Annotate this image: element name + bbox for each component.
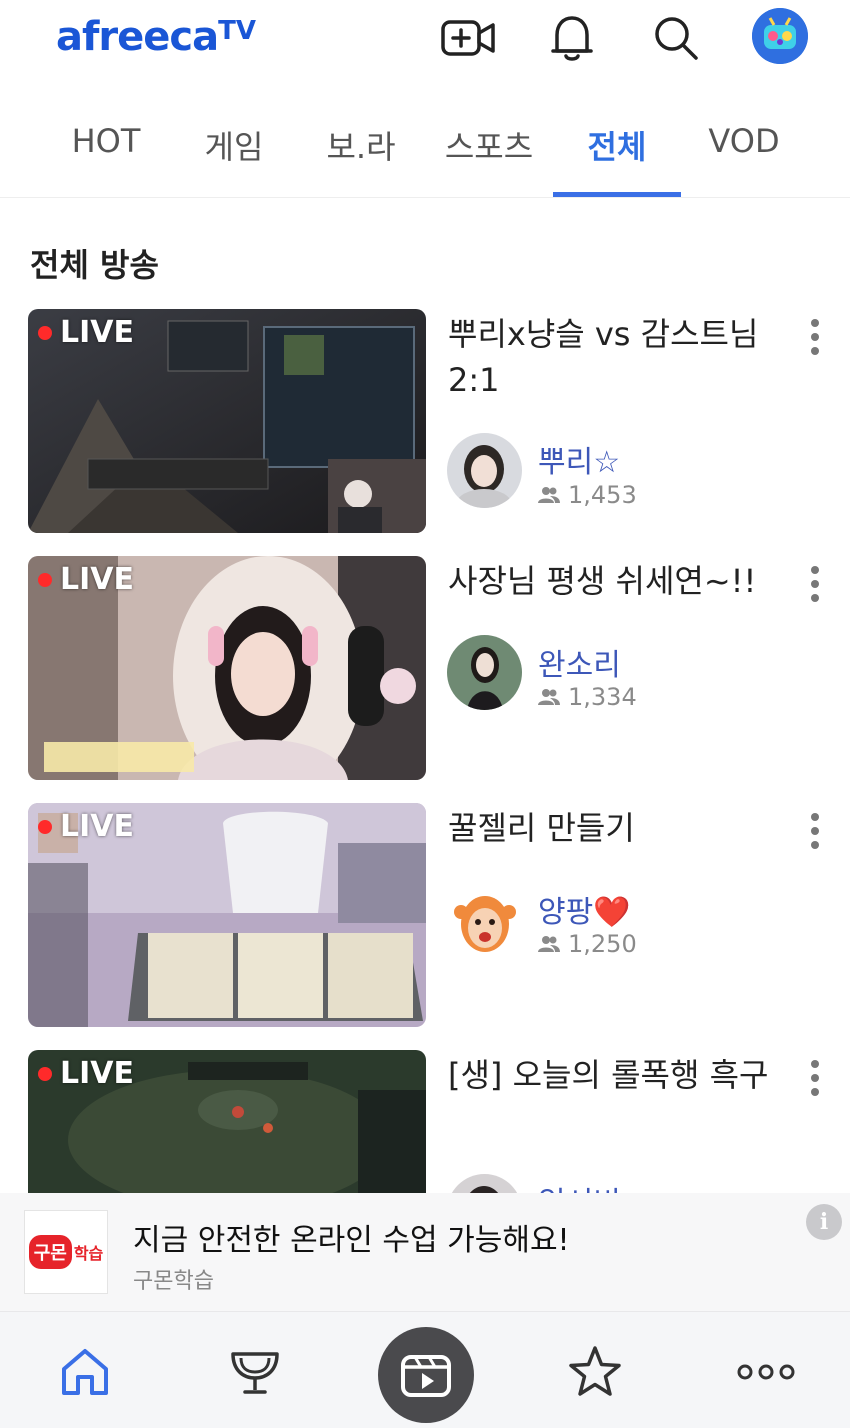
active-tab-indicator — [553, 192, 681, 197]
more-options-button[interactable] — [806, 566, 824, 606]
trophy-icon — [231, 1352, 279, 1394]
viewers-icon — [538, 689, 560, 705]
ad-info-icon[interactable]: i — [806, 1204, 842, 1240]
streamer-name-text: 양팡 — [538, 895, 594, 930]
heart-icon: ❤️ — [593, 895, 631, 930]
viewer-count-value: 1,334 — [568, 683, 637, 711]
live-label: LIVE — [60, 1056, 134, 1091]
stream-card[interactable]: LIVE 뿌리x냥슬 vs 감스트님 2:1 뿌리☆ 1,453 — [0, 309, 850, 535]
bottom-navigation — [0, 1311, 850, 1428]
tab-hot[interactable]: HOT — [72, 122, 141, 170]
home-icon — [62, 1349, 108, 1395]
more-options-button[interactable] — [806, 319, 824, 359]
viewer-count: 1,334 — [538, 683, 637, 711]
ad-logo-text: 구몬 — [28, 1235, 72, 1269]
streamer-name[interactable]: 양팡❤️ — [538, 887, 631, 931]
ad-title[interactable]: 지금 안전한 온라인 수업 가능해요! — [133, 1215, 570, 1259]
live-badge: LIVE — [38, 562, 134, 597]
stream-thumbnail[interactable]: LIVE — [28, 309, 426, 533]
live-dot — [38, 572, 52, 587]
live-badge: LIVE — [38, 809, 134, 844]
video-play-icon — [401, 1355, 451, 1397]
streamer-avatar[interactable] — [447, 433, 522, 508]
live-label: LIVE — [60, 809, 134, 844]
live-badge: LIVE — [38, 315, 134, 350]
star-icon — [569, 1346, 621, 1396]
ad-banner[interactable]: 구몬 학습 지금 안전한 온라인 수업 가능해요! 구몬학습 i — [0, 1193, 850, 1311]
camera-plus-icon — [441, 20, 495, 56]
stream-title[interactable]: 뿌리x냥슬 vs 감스트님 2:1 — [448, 311, 798, 403]
nav-home[interactable] — [55, 1342, 115, 1402]
category-tabs: HOT 게임 보.라 스포츠 전체 VOD — [0, 92, 850, 198]
stream-thumbnail[interactable]: LIVE — [28, 803, 426, 1027]
bell-icon — [551, 16, 593, 61]
viewer-count-value: 1,250 — [568, 930, 637, 958]
section-title: 전체 방송 — [30, 246, 159, 284]
search-icon — [655, 17, 698, 60]
live-badge: LIVE — [38, 1056, 134, 1091]
stream-card[interactable]: LIVE 사장님 평생 쉬세연~!! 완소리 1,334 — [0, 556, 850, 782]
ad-advertiser: 구몬학습 — [133, 1269, 214, 1294]
more-options-button[interactable] — [806, 1060, 824, 1100]
live-label: LIVE — [60, 562, 134, 597]
stream-title[interactable]: 꿀젤리 만들기 — [448, 805, 798, 851]
stream-title[interactable]: 사장님 평생 쉬세연~!! — [448, 558, 798, 604]
live-dot — [38, 819, 52, 834]
notifications-button[interactable] — [544, 10, 600, 66]
stream-thumbnail[interactable]: LIVE — [28, 556, 426, 780]
viewer-count: 1,250 — [538, 930, 637, 958]
viewer-count: 1,453 — [538, 481, 637, 509]
viewers-icon — [538, 936, 560, 952]
nav-trophy[interactable] — [225, 1342, 285, 1402]
afreecatv-logo[interactable]: afreecaTV — [56, 14, 256, 60]
live-dot — [38, 325, 52, 340]
top-header: afreecaTV — [0, 0, 850, 92]
tab-game[interactable]: 게임 — [205, 122, 264, 170]
live-dot — [38, 1066, 52, 1081]
tab-bora[interactable]: 보.라 — [326, 122, 395, 170]
viewers-icon — [538, 487, 560, 503]
ad-logo-sub: 학습 — [73, 1244, 104, 1263]
stream-card[interactable]: LIVE 꿀젤리 만들기 양팡❤️ 1,250 — [0, 803, 850, 1029]
tab-sports[interactable]: 스포츠 — [445, 122, 533, 170]
live-label: LIVE — [60, 315, 134, 350]
tab-vod[interactable]: VOD — [708, 122, 779, 170]
tv-mascot-icon — [752, 8, 808, 64]
streamer-avatar[interactable] — [447, 635, 522, 710]
nav-center-video-button[interactable] — [378, 1327, 474, 1423]
logo-tv: TV — [218, 16, 256, 46]
more-options-button[interactable] — [806, 813, 824, 853]
nav-more[interactable] — [736, 1342, 796, 1402]
start-broadcast-button[interactable] — [440, 10, 496, 66]
profile-avatar[interactable] — [752, 8, 808, 64]
nav-favorites[interactable] — [565, 1342, 625, 1402]
tab-all[interactable]: 전체 — [588, 122, 647, 170]
viewer-count-value: 1,453 — [568, 481, 637, 509]
stream-title[interactable]: [생] 오늘의 롤폭행 흑구 — [448, 1052, 798, 1098]
logo-text: afreeca — [56, 14, 219, 60]
streamer-name[interactable]: 완소리 — [538, 640, 621, 684]
streamer-avatar[interactable] — [447, 882, 522, 957]
advertiser-logo: 구몬 학습 — [24, 1210, 108, 1294]
more-icon — [737, 1364, 795, 1380]
streamer-name[interactable]: 뿌리☆ — [538, 437, 620, 481]
search-button[interactable] — [648, 10, 704, 66]
